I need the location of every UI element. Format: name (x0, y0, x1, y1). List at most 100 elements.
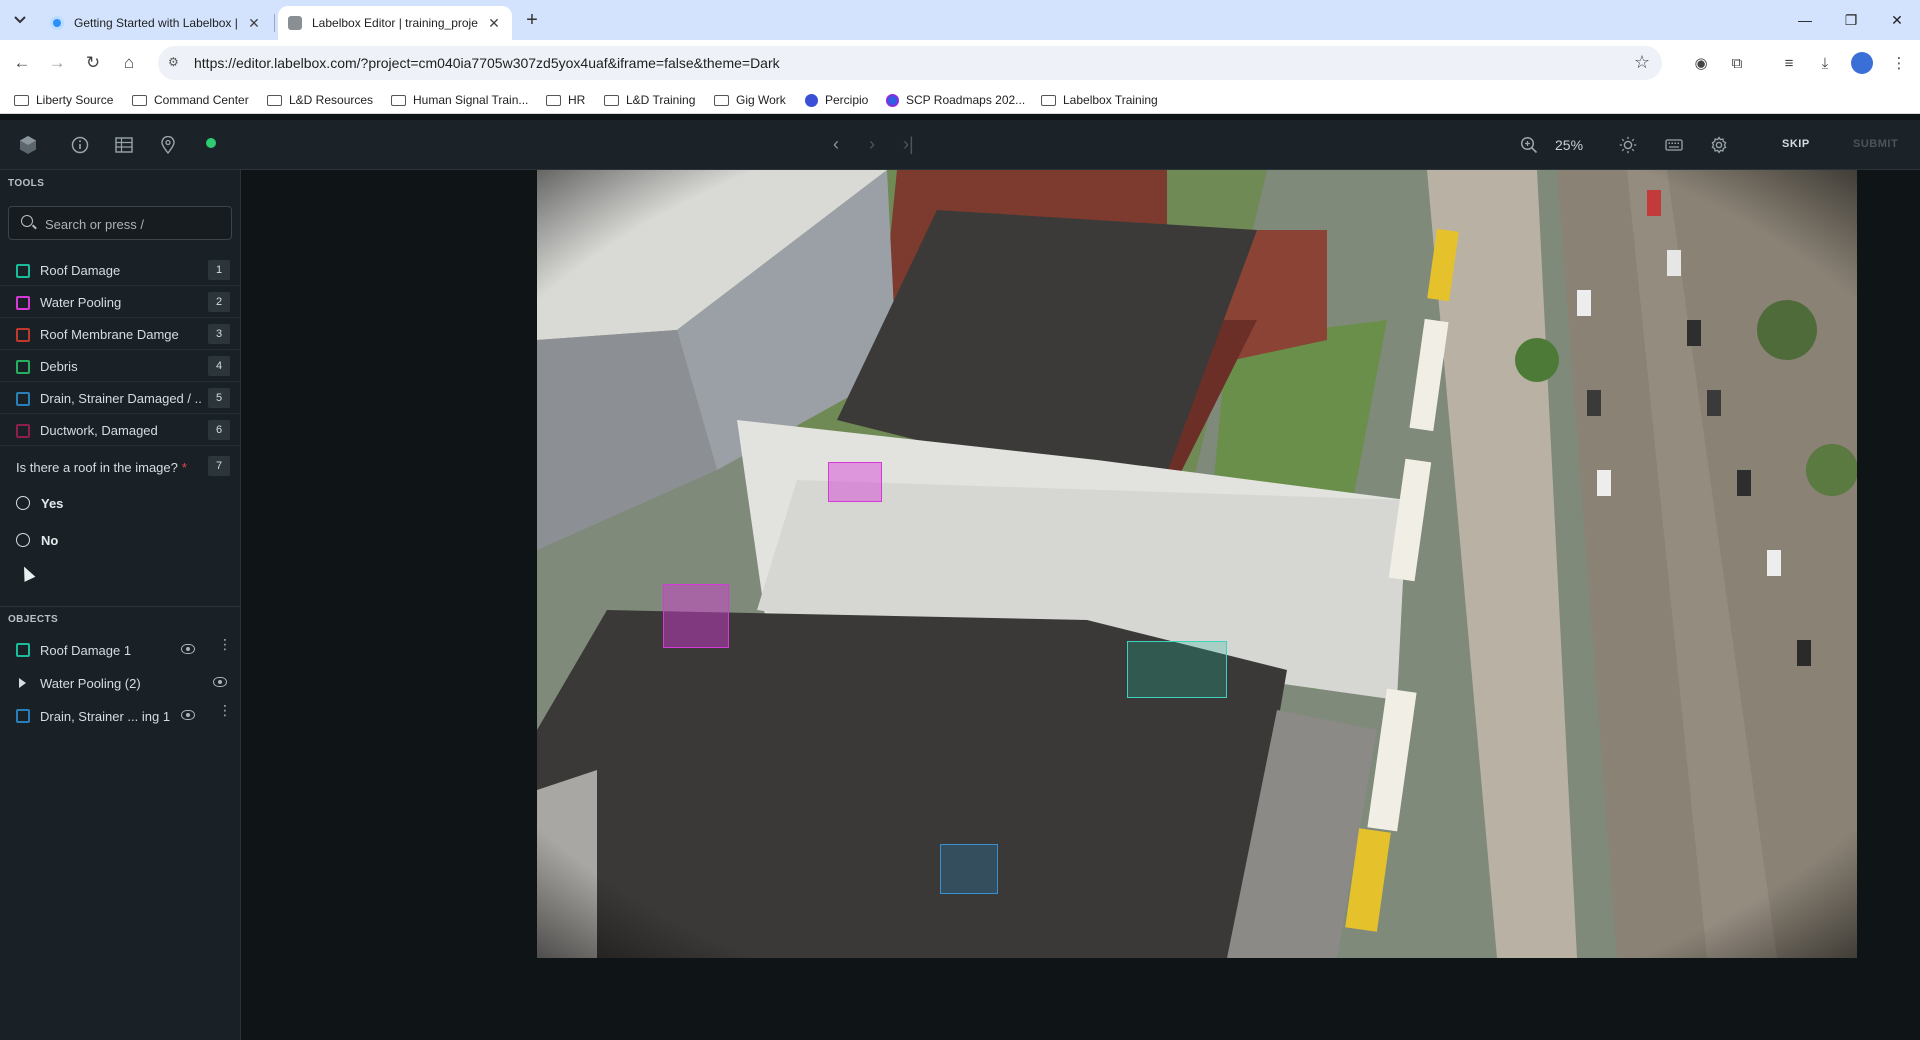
tool-label: Debris (40, 359, 78, 374)
reload-button[interactable]: ↻ (80, 50, 106, 76)
question-text: Is there a roof in the image? (16, 460, 178, 475)
object-color-swatch (16, 709, 30, 723)
tab-search-button[interactable] (8, 8, 32, 32)
tool-debris[interactable]: Debris 4 (0, 350, 240, 382)
last-asset-button[interactable]: ›| (903, 134, 914, 155)
location-pin-icon[interactable] (157, 134, 179, 156)
tool-roof-membrane-damage[interactable]: Roof Membrane Damge 3 (0, 318, 240, 350)
restore-button[interactable]: ❐ (1828, 6, 1874, 34)
object-label: Drain, Strainer ... ing 1 (40, 709, 171, 724)
tool-label: Ductwork, Damaged (40, 423, 158, 438)
bookmark-command-center[interactable]: Command Center (132, 91, 249, 109)
url-text: https://editor.labelbox.com/?project=cm0… (194, 55, 780, 71)
new-tab-button[interactable]: + (520, 8, 544, 32)
folder-icon (1041, 94, 1056, 106)
bookmark-percipio[interactable]: Percipio (805, 91, 868, 109)
object-roof-damage-1[interactable]: Roof Damage 1 ⋮ (0, 635, 240, 665)
zoom-in-icon[interactable] (1518, 134, 1540, 156)
roof-damage-box-1[interactable] (1127, 641, 1227, 698)
close-tab-icon[interactable]: ✕ (246, 15, 262, 32)
eye-visibility-icon[interactable] (181, 710, 195, 720)
required-asterisk: * (181, 460, 187, 475)
address-bar[interactable]: ⚙ https://editor.labelbox.com/?project=c… (158, 46, 1662, 80)
tool-search-input[interactable]: Search or press / (8, 206, 232, 240)
table-icon[interactable] (113, 134, 135, 156)
next-asset-button[interactable]: › (869, 134, 875, 155)
folder-icon (14, 94, 29, 106)
object-drain-strainer-1[interactable]: Drain, Strainer ... ing 1 ⋮ (0, 701, 240, 731)
zoom-level[interactable]: 25% (1555, 137, 1583, 153)
home-button[interactable]: ⌂ (116, 50, 142, 76)
bounding-box-tool-icon (16, 264, 30, 278)
browser-menu-icon[interactable]: ⋮ (1886, 50, 1912, 76)
info-icon[interactable] (69, 134, 91, 156)
folder-icon (267, 94, 282, 106)
bookmark-hr[interactable]: HR (546, 91, 585, 109)
settings-gear-icon[interactable] (1708, 134, 1730, 156)
objects-section-title: OBJECTS (8, 614, 59, 625)
search-placeholder: Search or press / (45, 217, 144, 232)
tool-label: Roof Membrane Damge (40, 327, 179, 342)
water-pooling-box-1[interactable] (828, 462, 882, 502)
close-window-button[interactable]: ✕ (1874, 6, 1920, 34)
status-indicator (206, 138, 216, 148)
skip-button[interactable]: SKIP (1782, 138, 1810, 150)
media-controls-icon[interactable]: ≡ (1776, 50, 1802, 76)
object-label: Roof Damage 1 (40, 643, 132, 658)
more-options-icon[interactable]: ⋮ (218, 703, 232, 717)
bounding-box-tool-icon (16, 360, 30, 374)
bookmark-label: Liberty Source (36, 93, 114, 107)
more-options-icon[interactable]: ⋮ (218, 637, 232, 651)
search-icon (21, 215, 33, 227)
tools-sidebar: TOOLS Search or press / Roof Damage 1 Wa… (0, 170, 241, 1040)
bookmark-star-icon[interactable]: ☆ (1634, 52, 1650, 73)
tab-labelbox-editor[interactable]: Labelbox Editor | training_proje ✕ (278, 6, 512, 40)
bounding-box-tool-icon (16, 328, 30, 342)
hotkey-badge: 6 (208, 420, 230, 440)
forward-button[interactable]: → (44, 50, 70, 76)
bookmark-ld-resources[interactable]: L&D Resources (267, 91, 373, 109)
object-color-swatch (16, 643, 30, 657)
bookmark-label: Labelbox Training (1063, 93, 1158, 107)
labelbox-favicon-icon (50, 16, 64, 30)
downloads-icon[interactable]: ⤓ (1812, 50, 1838, 76)
profile-avatar[interactable] (1851, 52, 1873, 74)
eye-visibility-icon[interactable] (181, 644, 195, 654)
tab-getting-started[interactable]: Getting Started with Labelbox | ✕ (40, 6, 272, 40)
tool-roof-damage[interactable]: Roof Damage 1 (0, 254, 240, 286)
tool-ductwork-damaged[interactable]: Ductwork, Damaged 6 (0, 414, 240, 446)
extensions-puzzle-icon[interactable]: ⧉ (1724, 50, 1750, 76)
extension-icon[interactable]: ◉ (1688, 50, 1714, 76)
brightness-icon[interactable] (1617, 134, 1639, 156)
section-divider (0, 606, 240, 607)
submit-button[interactable]: SUBMIT (1853, 138, 1898, 150)
minimize-button[interactable]: — (1782, 6, 1828, 34)
percipio-icon (805, 93, 818, 107)
bookmark-gig-work[interactable]: Gig Work (714, 91, 786, 109)
bounding-box-tool-icon (16, 424, 30, 438)
bookmark-liberty-source[interactable]: Liberty Source (14, 91, 113, 109)
tool-water-pooling[interactable]: Water Pooling 2 (0, 286, 240, 318)
aerial-rooftop-image[interactable] (537, 170, 1857, 958)
bookmark-human-signal[interactable]: Human Signal Train... (391, 91, 528, 109)
radio-yes[interactable]: Yes (16, 493, 216, 513)
object-water-pooling-group[interactable]: Water Pooling (2) (0, 668, 240, 698)
eye-visibility-icon[interactable] (213, 677, 227, 687)
back-button[interactable]: ← (9, 50, 35, 76)
keyboard-icon[interactable] (1663, 134, 1685, 156)
close-tab-icon[interactable]: ✕ (486, 15, 502, 32)
bookmark-scp-roadmaps[interactable]: SCP Roadmaps 202... (886, 91, 1025, 109)
water-pooling-box-2[interactable] (663, 584, 729, 648)
bookmark-label: Gig Work (736, 93, 786, 107)
previous-asset-button[interactable]: ‹ (833, 134, 839, 155)
bookmark-labelbox-training[interactable]: Labelbox Training (1041, 91, 1158, 109)
bounding-box-tool-icon (16, 296, 30, 310)
radio-no[interactable]: No (16, 530, 216, 550)
site-info-icon[interactable]: ⚙ (168, 55, 184, 71)
drain-strainer-box-1[interactable] (940, 844, 998, 894)
tool-drain-strainer-damaged[interactable]: Drain, Strainer Damaged / ... 5 (0, 382, 240, 414)
labelbox-logo-icon[interactable] (17, 134, 39, 156)
labelbox-favicon-icon (288, 16, 302, 30)
bookmark-ld-training[interactable]: L&D Training (604, 91, 695, 109)
expand-caret-icon[interactable] (19, 678, 26, 688)
